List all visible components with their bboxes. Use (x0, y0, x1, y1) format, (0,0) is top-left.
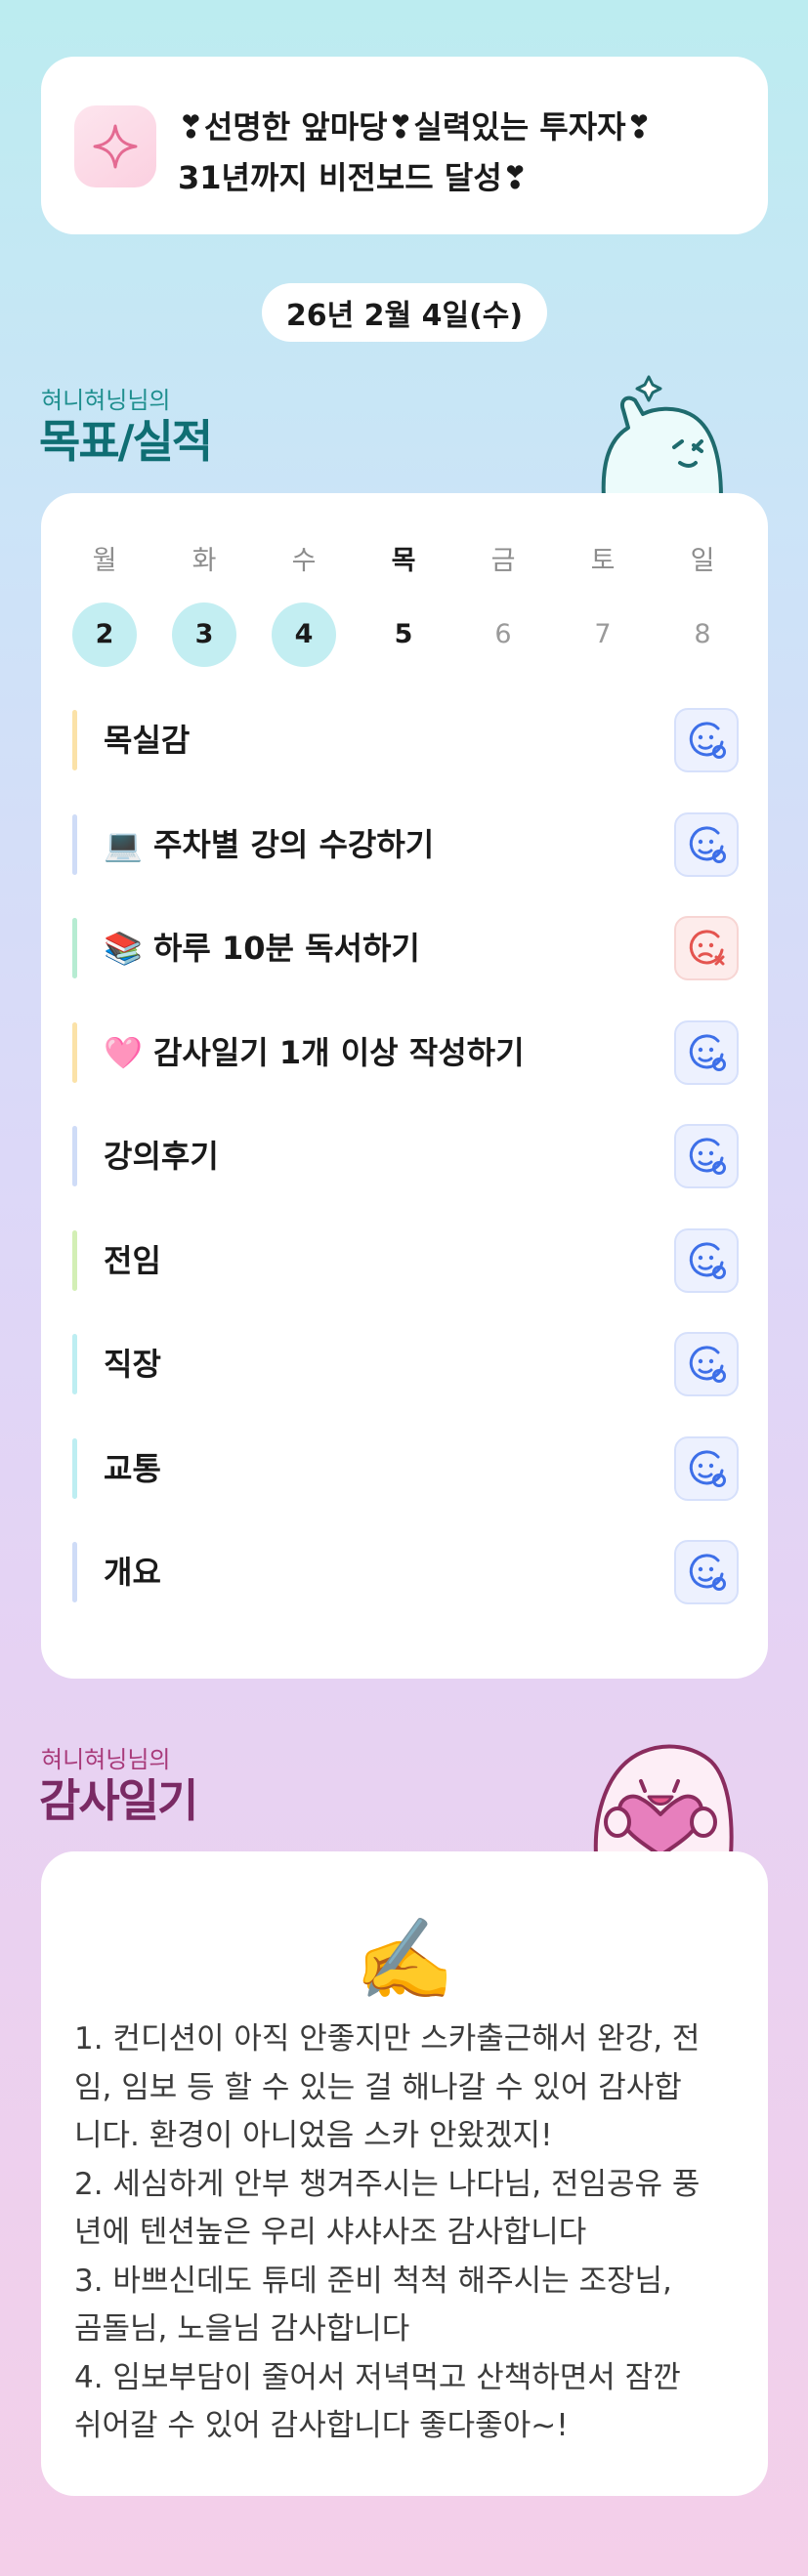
day-number: 6 (494, 619, 512, 649)
goal-row[interactable]: 💻 주차별 강의 수강하기 (72, 811, 739, 877)
day-name: 목 (391, 546, 416, 576)
thanks-section-title: 감사일기 (39, 1774, 198, 1827)
goal-row[interactable]: 🩷 감사일기 1개 이상 작성하기 (72, 1019, 739, 1085)
vision-card[interactable]: ❣선명한 앞마당❣실력있는 투자자❣ 31년까지 비전보드 달성❣ (41, 57, 768, 234)
smile-check-icon[interactable] (674, 1435, 739, 1501)
goal-row[interactable]: 개요 (72, 1540, 739, 1604)
goal-row[interactable]: 강의후기 (72, 1124, 739, 1188)
day-number: 4 (272, 602, 336, 667)
thanks-line: 니다. 환경이 아니었음 스카 안왔겠지! (74, 2118, 553, 2153)
day-name: 토 (590, 546, 616, 576)
day-name: 금 (490, 546, 516, 576)
sparkle-icon (74, 105, 156, 187)
goal-row[interactable]: 목실감 (72, 708, 739, 772)
thanks-line: 년에 텐션높은 우리 샤샤사조 감사합니다 (74, 2215, 587, 2250)
day-number: 3 (172, 602, 236, 667)
goal-color-bar (72, 710, 77, 770)
goal-label: 전임 (104, 1241, 161, 1279)
thanks-line: 2. 세심하게 안부 챙겨주시는 나다님, 전임공유 풍 (74, 2166, 701, 2202)
goal-color-bar (72, 1229, 77, 1291)
day-column[interactable]: 수4 (272, 542, 336, 667)
writing-hand-icon: ✍️ (354, 1914, 455, 2007)
goal-row[interactable]: 전임 (72, 1227, 739, 1293)
goal-color-bar (72, 1542, 77, 1602)
goal-label: 교통 (104, 1449, 161, 1487)
goals-section-title: 목표/실적 (39, 415, 213, 468)
thanks-line: 3. 바쁘신데도 튜데 준비 척척 해주시는 조장님, (74, 2263, 672, 2299)
thanks-line: 1. 컨디션이 아직 안좋지만 스카출근해서 완강, 전 (74, 2021, 701, 2057)
goal-label: 🩷 감사일기 1개 이상 작성하기 (104, 1033, 525, 1071)
smile-check-icon[interactable] (674, 1227, 739, 1293)
day-name: 화 (191, 546, 217, 576)
goal-row[interactable]: 직장 (72, 1332, 739, 1396)
day-name: 월 (92, 546, 117, 576)
smile-check-icon[interactable] (674, 1540, 739, 1604)
goal-color-bar (72, 1126, 77, 1186)
thanks-line: 임, 임보 등 할 수 있는 걸 해나갈 수 있어 감사합 (74, 2069, 682, 2105)
day-name: 일 (690, 546, 715, 576)
day-column[interactable]: 월2 (72, 542, 137, 667)
day-number: 5 (394, 619, 413, 649)
thanks-line: 곰돌님, 노을님 감사합니다 (74, 2311, 410, 2347)
day-number: 8 (694, 619, 711, 649)
goal-color-bar (72, 1334, 77, 1394)
goals-card: 월2화3수4목5금6토7일8 목실감 💻 주차별 강의 수강하기 📚 하루 10분 … (41, 493, 768, 1679)
goal-label: 📚 하루 10분 독서하기 (104, 930, 420, 967)
thanks-line: 4. 임보부담이 줄어서 저녁먹고 산책하면서 잠깐 (74, 2359, 681, 2395)
waving-mascot-illustration (601, 375, 723, 498)
vision-line-2: 31년까지 비전보드 달성❣ (178, 159, 529, 196)
vision-text: ❣선명한 앞마당❣실력있는 투자자❣ 31년까지 비전보드 달성❣ (178, 102, 754, 203)
day-column[interactable]: 화3 (172, 542, 236, 667)
goal-label: 개요 (104, 1554, 161, 1591)
goal-color-bar (72, 813, 77, 875)
goal-label: 목실감 (104, 722, 191, 759)
frown-x-icon[interactable] (674, 916, 739, 980)
vision-line-1: ❣선명한 앞마당❣실력있는 투자자❣ (178, 108, 653, 145)
day-number: 7 (594, 619, 612, 649)
heart-mascot-illustration (593, 1744, 734, 1855)
smile-check-icon[interactable] (674, 708, 739, 772)
day-name: 수 (291, 546, 317, 576)
day-column[interactable]: 목5 (371, 542, 436, 667)
smile-check-icon[interactable] (674, 1124, 739, 1188)
smile-check-icon[interactable] (674, 1332, 739, 1396)
goal-color-bar (72, 1021, 77, 1083)
goal-color-bar (72, 918, 77, 978)
day-column[interactable]: 일8 (670, 542, 735, 667)
goal-row[interactable]: 교통 (72, 1435, 739, 1501)
goal-row[interactable]: 📚 하루 10분 독서하기 (72, 916, 739, 980)
day-number: 2 (72, 602, 137, 667)
thanks-diary-body: 1. 컨디션이 아직 안좋지만 스카출근해서 완강, 전임, 임보 등 할 수 … (74, 2015, 739, 2451)
smile-check-icon[interactable] (674, 1019, 739, 1085)
goal-label: 💻 주차별 강의 수강하기 (104, 825, 435, 863)
goal-label: 직장 (104, 1346, 161, 1383)
smile-check-icon[interactable] (674, 811, 739, 877)
goal-color-bar (72, 1437, 77, 1499)
goal-label: 강의후기 (104, 1138, 219, 1175)
day-column[interactable]: 토7 (571, 542, 635, 667)
thanks-line: 쉬어갈 수 있어 감사합니다 좋다좋아~! (74, 2408, 569, 2443)
day-column[interactable]: 금6 (471, 542, 535, 667)
thanks-diary-card: ✍️ 1. 컨디션이 아직 안좋지만 스카출근해서 완강, 전임, 임보 등 할… (41, 1851, 768, 2496)
date-pill[interactable]: 26년 2월 4일(수) (262, 283, 547, 342)
